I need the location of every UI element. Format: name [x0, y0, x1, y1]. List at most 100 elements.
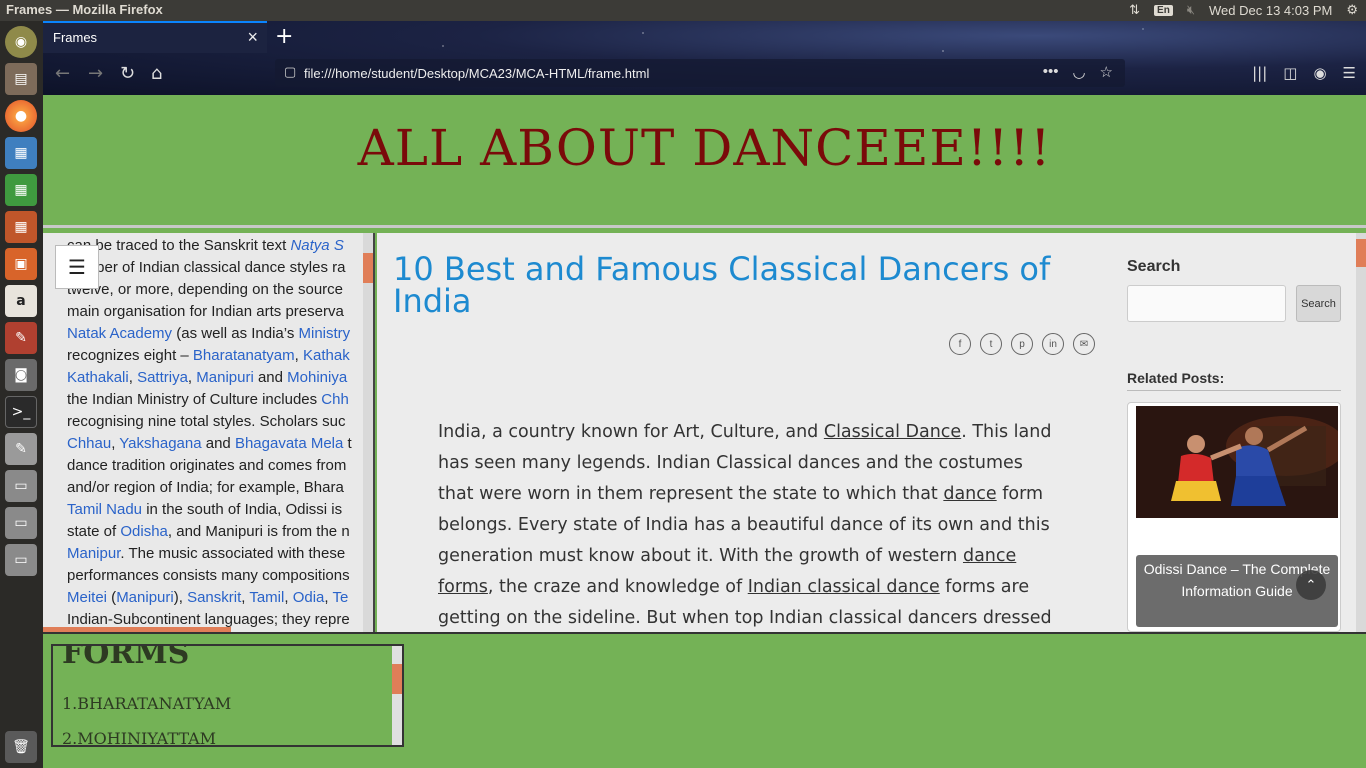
- wiki-link[interactable]: Chhau: [67, 435, 111, 452]
- related-post-image[interactable]: [1136, 406, 1338, 518]
- bottom-frame-scrollbar[interactable]: [392, 646, 402, 745]
- wiki-link[interactable]: Manipuri: [116, 589, 174, 606]
- clock[interactable]: Wed Dec 13 4:03 PM: [1209, 3, 1332, 18]
- volume-muted-icon[interactable]: 🔇︎: [1187, 2, 1195, 18]
- wiki-link[interactable]: Mohiniya: [287, 369, 347, 386]
- sidebar-icon[interactable]: ◫: [1283, 64, 1297, 82]
- linkedin-share-icon[interactable]: in: [1042, 333, 1064, 355]
- table-of-contents-icon[interactable]: ☰: [55, 245, 99, 289]
- software-center-icon[interactable]: ▣: [5, 248, 37, 280]
- drive-icon-3[interactable]: ▭: [5, 544, 37, 576]
- address-bar[interactable]: ▢ file:///home/student/Desktop/MCA23/MCA…: [275, 59, 1125, 87]
- drive-icon-2[interactable]: ▭: [5, 507, 37, 539]
- article-link[interactable]: dance: [943, 484, 996, 504]
- post-title[interactable]: 10 Best and Famous Classical Dancers of …: [393, 253, 1093, 317]
- wiki-link[interactable]: Kathak: [303, 347, 350, 364]
- files-icon[interactable]: ▤: [5, 63, 37, 95]
- article-link[interactable]: Indian classical dance: [748, 577, 940, 597]
- wiki-link[interactable]: Bhagavata Mela: [235, 435, 343, 452]
- calc-icon[interactable]: ▦: [5, 174, 37, 206]
- wiki-link[interactable]: Natya S: [290, 237, 343, 254]
- main-frame-scrollbar[interactable]: [1356, 233, 1366, 632]
- text-span: dance tradition originates and comes fro…: [67, 457, 347, 474]
- system-settings-icon[interactable]: ✎: [5, 322, 37, 354]
- menu-icon[interactable]: ☰: [1343, 64, 1356, 82]
- left-frame-scrollbar[interactable]: [363, 233, 373, 632]
- window-title: Frames — Mozilla Firefox: [6, 2, 163, 17]
- page-heading: ALL ABOUT DANCEEE!!!!: [357, 119, 1052, 177]
- text-span: Indian-Subcontinent languages; they repr…: [67, 611, 350, 628]
- camera-icon[interactable]: ◙: [5, 359, 37, 391]
- tab-frames[interactable]: Frames ×: [43, 21, 267, 53]
- text-span: ,: [294, 347, 303, 364]
- left-frame-line: twelve, or more, depending on the source: [67, 279, 367, 301]
- wiki-link[interactable]: Sanskrit: [187, 589, 241, 606]
- back-icon[interactable]: ←: [55, 63, 70, 84]
- page-info-icon[interactable]: ▢: [284, 64, 296, 80]
- facebook-share-icon[interactable]: f: [949, 333, 971, 355]
- scroll-to-top-icon[interactable]: ⌃: [1296, 570, 1326, 600]
- left-frame: can be traced to the Sanskrit text Natya…: [43, 233, 375, 632]
- network-icon[interactable]: ⇅: [1129, 2, 1140, 18]
- main-frame: 10 Best and Famous Classical Dancers of …: [377, 233, 1366, 632]
- wiki-link[interactable]: Yakshagana: [119, 435, 201, 452]
- text-span: and: [253, 369, 288, 386]
- main-frame-scroll-thumb[interactable]: [1356, 239, 1366, 267]
- close-tab-icon[interactable]: ×: [247, 27, 258, 48]
- list-item[interactable]: 2.MOHINIYATTAM: [62, 729, 216, 745]
- bookmark-star-icon[interactable]: ☆: [1100, 63, 1113, 81]
- article-text: India, a country known for Art, Culture,…: [438, 422, 824, 442]
- wiki-link[interactable]: Tamil Nadu: [67, 501, 142, 518]
- wiki-link[interactable]: Odisha: [120, 523, 168, 540]
- bottom-frame-scroll-thumb[interactable]: [392, 664, 402, 694]
- forward-icon[interactable]: →: [88, 63, 103, 84]
- dash-home-icon[interactable]: ◉: [5, 26, 37, 58]
- left-frame-line: can be traced to the Sanskrit text Natya…: [67, 235, 367, 257]
- related-post-card[interactable]: Odissi Dance – The Complete Information …: [1127, 402, 1341, 632]
- library-icon[interactable]: |||: [1252, 64, 1267, 82]
- left-frame-line: Kathakali, Sattriya, Manipuri and Mohini…: [67, 367, 367, 389]
- left-frame-line: dance tradition originates and comes fro…: [67, 455, 367, 477]
- wiki-link[interactable]: Meitei: [67, 589, 107, 606]
- impress-icon[interactable]: ▦: [5, 211, 37, 243]
- wiki-link[interactable]: Natak Academy: [67, 325, 172, 342]
- home-icon[interactable]: ⌂: [151, 63, 162, 84]
- trash-icon[interactable]: 🗑︎: [5, 731, 37, 763]
- pocket-icon[interactable]: ◡: [1072, 63, 1085, 81]
- text-editor-icon[interactable]: ✎: [5, 433, 37, 465]
- twitter-share-icon[interactable]: t: [980, 333, 1002, 355]
- wiki-link[interactable]: Kathakali: [67, 369, 129, 386]
- left-frame-line: Manipur. The music associated with these: [67, 543, 367, 565]
- left-frame-scroll-thumb[interactable]: [363, 253, 373, 283]
- related-posts-heading: Related Posts:: [1127, 370, 1341, 391]
- wiki-link[interactable]: Ministry: [299, 325, 351, 342]
- search-button[interactable]: Search: [1296, 285, 1341, 322]
- writer-icon[interactable]: ▦: [5, 137, 37, 169]
- wiki-link[interactable]: Sattriya: [137, 369, 188, 386]
- reload-icon[interactable]: ↻: [120, 63, 135, 84]
- list-item[interactable]: 1.BHARATANATYAM: [62, 694, 231, 713]
- firefox-icon[interactable]: ●: [5, 100, 37, 132]
- left-frame-line: the Indian Ministry of Culture includes …: [67, 389, 367, 411]
- page-actions-icon[interactable]: •••: [1043, 63, 1059, 81]
- settings-gear-icon[interactable]: ⚙: [1346, 2, 1358, 18]
- drive-icon[interactable]: ▭: [5, 470, 37, 502]
- text-span: and: [201, 435, 235, 452]
- text-span: main organisation for Indian arts preser…: [67, 303, 344, 320]
- wiki-link[interactable]: Bharatanatyam: [193, 347, 295, 364]
- account-icon[interactable]: ◉: [1313, 64, 1326, 82]
- wiki-link[interactable]: Odia: [293, 589, 325, 606]
- search-input[interactable]: [1127, 285, 1286, 322]
- wiki-link[interactable]: Tamil: [249, 589, 284, 606]
- wiki-link[interactable]: Manipur: [67, 545, 120, 562]
- wiki-link[interactable]: Manipuri: [196, 369, 254, 386]
- amazon-icon[interactable]: a: [5, 285, 37, 317]
- wiki-link[interactable]: Te: [332, 589, 348, 606]
- new-tab-icon[interactable]: +: [275, 24, 293, 49]
- pinterest-share-icon[interactable]: p: [1011, 333, 1033, 355]
- email-share-icon[interactable]: ✉: [1073, 333, 1095, 355]
- terminal-icon[interactable]: >_: [5, 396, 37, 428]
- keyboard-layout-indicator[interactable]: En: [1154, 4, 1173, 16]
- wiki-link[interactable]: Chh: [321, 391, 349, 408]
- article-link[interactable]: Classical Dance: [824, 422, 961, 442]
